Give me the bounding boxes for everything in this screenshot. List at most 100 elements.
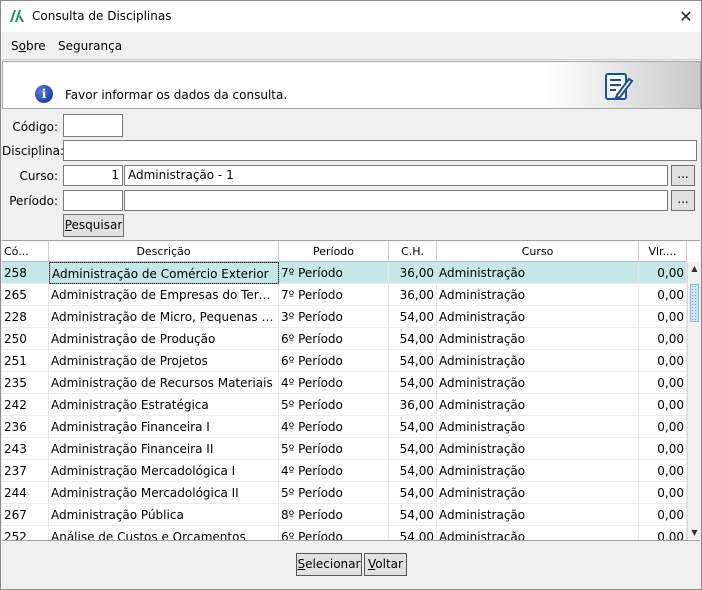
- col-codigo-cell: 237: [2, 460, 49, 482]
- col-periodo-cell: 5º Período: [279, 438, 389, 460]
- curso-code-input[interactable]: 1: [63, 165, 123, 186]
- table-row[interactable]: 258 Administração de Comércio Exterior 7º …: [2, 262, 687, 284]
- col-valor-cell: 0,00: [639, 526, 687, 540]
- col-periodo-cell: 4º Período: [279, 372, 389, 394]
- col-valor-cell: 0,00: [639, 438, 687, 460]
- table-row[interactable]: 237 Administração Mercadológica I 4º Perío…: [2, 460, 687, 482]
- col-codigo-header[interactable]: Có...: [2, 241, 49, 262]
- table-row[interactable]: 265Administração de Empresas do Terceiro…: [2, 284, 687, 306]
- scrollbar-thumb[interactable]: [690, 284, 699, 322]
- col-curso-cell: Administração: [437, 526, 639, 540]
- col-descricao-cell: Administração de Recursos Materiais: [49, 372, 279, 394]
- col-periodo-header[interactable]: Período: [279, 241, 389, 262]
- table-row[interactable]: 242 Administração Estratégica 5º Período 36…: [2, 394, 687, 416]
- periodo-code-input[interactable]: [63, 190, 123, 211]
- table-row[interactable]: 251 Administração de Projetos 6º Período 54…: [2, 350, 687, 372]
- periodo-name-field[interactable]: [124, 190, 668, 211]
- pesquisar-button[interactable]: Pesquisar: [63, 214, 124, 237]
- table-row[interactable]: 228Administração de Micro, Pequenas e Mé…: [2, 306, 687, 328]
- col-valor-cell: 0,00: [639, 416, 687, 438]
- table-row[interactable]: 252 Análise de Custos e Orçamentos 6º Perí…: [2, 526, 687, 540]
- col-ch-cell: 54,00: [389, 504, 437, 526]
- close-button[interactable]: ✕: [671, 1, 701, 32]
- col-valor-header[interactable]: Vlr....: [639, 241, 687, 262]
- col-periodo-cell: 7º Período: [279, 284, 389, 306]
- col-descricao-header[interactable]: Descrição: [49, 241, 279, 262]
- disciplina-input[interactable]: [63, 140, 697, 161]
- curso-name-field[interactable]: Administração - 1: [124, 165, 668, 186]
- info-icon: i: [35, 85, 53, 103]
- col-curso-cell: Administração: [437, 482, 639, 504]
- col-descricao-cell: Administração de Empresas do Terceiro Se…: [49, 284, 279, 306]
- col-periodo-cell: 4º Período: [279, 416, 389, 438]
- col-ch-cell: 54,00: [389, 306, 437, 328]
- col-curso-cell: Administração: [437, 284, 639, 306]
- col-ch-cell: 54,00: [389, 328, 437, 350]
- scroll-up-arrow-icon[interactable]: ▲: [688, 262, 700, 275]
- results-grid[interactable]: Có... Descrição Período C.H. Curso Vlr.... 25…: [2, 240, 700, 541]
- col-descricao-cell: Administração de Produção: [49, 328, 279, 350]
- col-curso-cell: Administração: [437, 394, 639, 416]
- col-descricao-cell: Administração Estratégica: [49, 394, 279, 416]
- table-row[interactable]: 244 Administração Mercadológica II 5º Perí…: [2, 482, 687, 504]
- window-title: Consulta de Disciplinas: [32, 9, 172, 23]
- col-valor-cell: 0,00: [639, 262, 687, 284]
- menu-item-sobre[interactable]: Sobre: [11, 39, 46, 53]
- col-ch-cell: 36,00: [389, 394, 437, 416]
- col-descricao-cell: Análise de Custos e Orçamentos: [49, 526, 279, 540]
- header-message: Favor informar os dados da consulta.: [65, 88, 288, 102]
- voltar-button[interactable]: Voltar: [364, 553, 407, 576]
- col-codigo-cell: 265: [2, 284, 49, 306]
- codigo-input[interactable]: [63, 114, 123, 137]
- col-periodo-cell: 6º Período: [279, 526, 389, 540]
- table-row[interactable]: 236 Administração Financeira I 4º Período 5…: [2, 416, 687, 438]
- col-descricao-cell: Administração Mercadológica I: [49, 460, 279, 482]
- col-codigo-cell: 228: [2, 306, 49, 328]
- col-descricao-cell: Administração de Comércio Exterior: [49, 262, 279, 284]
- col-periodo-cell: 6º Período: [279, 328, 389, 350]
- col-descricao-cell: Administração de Micro, Pequenas e Média…: [49, 306, 279, 328]
- table-row[interactable]: 243 Administração Financeira II 5º Período…: [2, 438, 687, 460]
- col-periodo-cell: 5º Período: [279, 394, 389, 416]
- vertical-scrollbar[interactable]: ▲ ▼: [687, 262, 700, 539]
- col-valor-cell: 0,00: [639, 504, 687, 526]
- col-codigo-cell: 242: [2, 394, 49, 416]
- col-curso-cell: Administração: [437, 306, 639, 328]
- table-row[interactable]: 235 Administração de Recursos Materiais 4º…: [2, 372, 687, 394]
- col-codigo-cell: 252: [2, 526, 49, 540]
- col-codigo-cell: 244: [2, 482, 49, 504]
- table-row[interactable]: 250 Administração de Produção 6º Período 54…: [2, 328, 687, 350]
- col-codigo-cell: 243: [2, 438, 49, 460]
- document-edit-icon: [605, 73, 634, 100]
- col-codigo-cell: 236: [2, 416, 49, 438]
- col-valor-cell: 0,00: [639, 460, 687, 482]
- col-ch-header[interactable]: C.H.: [389, 241, 437, 262]
- menu-bar: Sobre Segurança: [1, 32, 701, 60]
- col-ch-cell: 54,00: [389, 482, 437, 504]
- col-codigo-cell: 258: [2, 262, 49, 284]
- col-descricao-cell: Administração Mercadológica II: [49, 482, 279, 504]
- title-bar: Consulta de Disciplinas ✕: [1, 1, 701, 32]
- col-ch-cell: 54,00: [389, 372, 437, 394]
- col-ch-cell: 54,00: [389, 416, 437, 438]
- menu-item-seguranca[interactable]: Segurança: [58, 39, 122, 53]
- col-codigo-cell: 235: [2, 372, 49, 394]
- col-periodo-cell: 5º Período: [279, 482, 389, 504]
- col-curso-cell: Administração: [437, 460, 639, 482]
- col-valor-cell: 0,00: [639, 372, 687, 394]
- col-ch-cell: 54,00: [389, 526, 437, 540]
- col-periodo-cell: 6º Período: [279, 350, 389, 372]
- col-curso-cell: Administração: [437, 504, 639, 526]
- curso-label: Curso:: [19, 169, 58, 183]
- periodo-lookup-button[interactable]: ...: [671, 190, 695, 211]
- table-row[interactable]: 267 Administração Pública 8º Período 54,00 A…: [2, 504, 687, 526]
- col-curso-header[interactable]: Curso: [437, 241, 639, 262]
- scroll-down-arrow-icon[interactable]: ▼: [688, 526, 700, 539]
- curso-lookup-button[interactable]: ...: [671, 165, 695, 186]
- col-curso-cell: Administração: [437, 438, 639, 460]
- col-descricao-cell: Administração Pública: [49, 504, 279, 526]
- col-descricao-cell: Administração Financeira I: [49, 416, 279, 438]
- col-valor-cell: 0,00: [639, 394, 687, 416]
- col-codigo-cell: 251: [2, 350, 49, 372]
- selecionar-button[interactable]: Selecionar: [296, 553, 362, 576]
